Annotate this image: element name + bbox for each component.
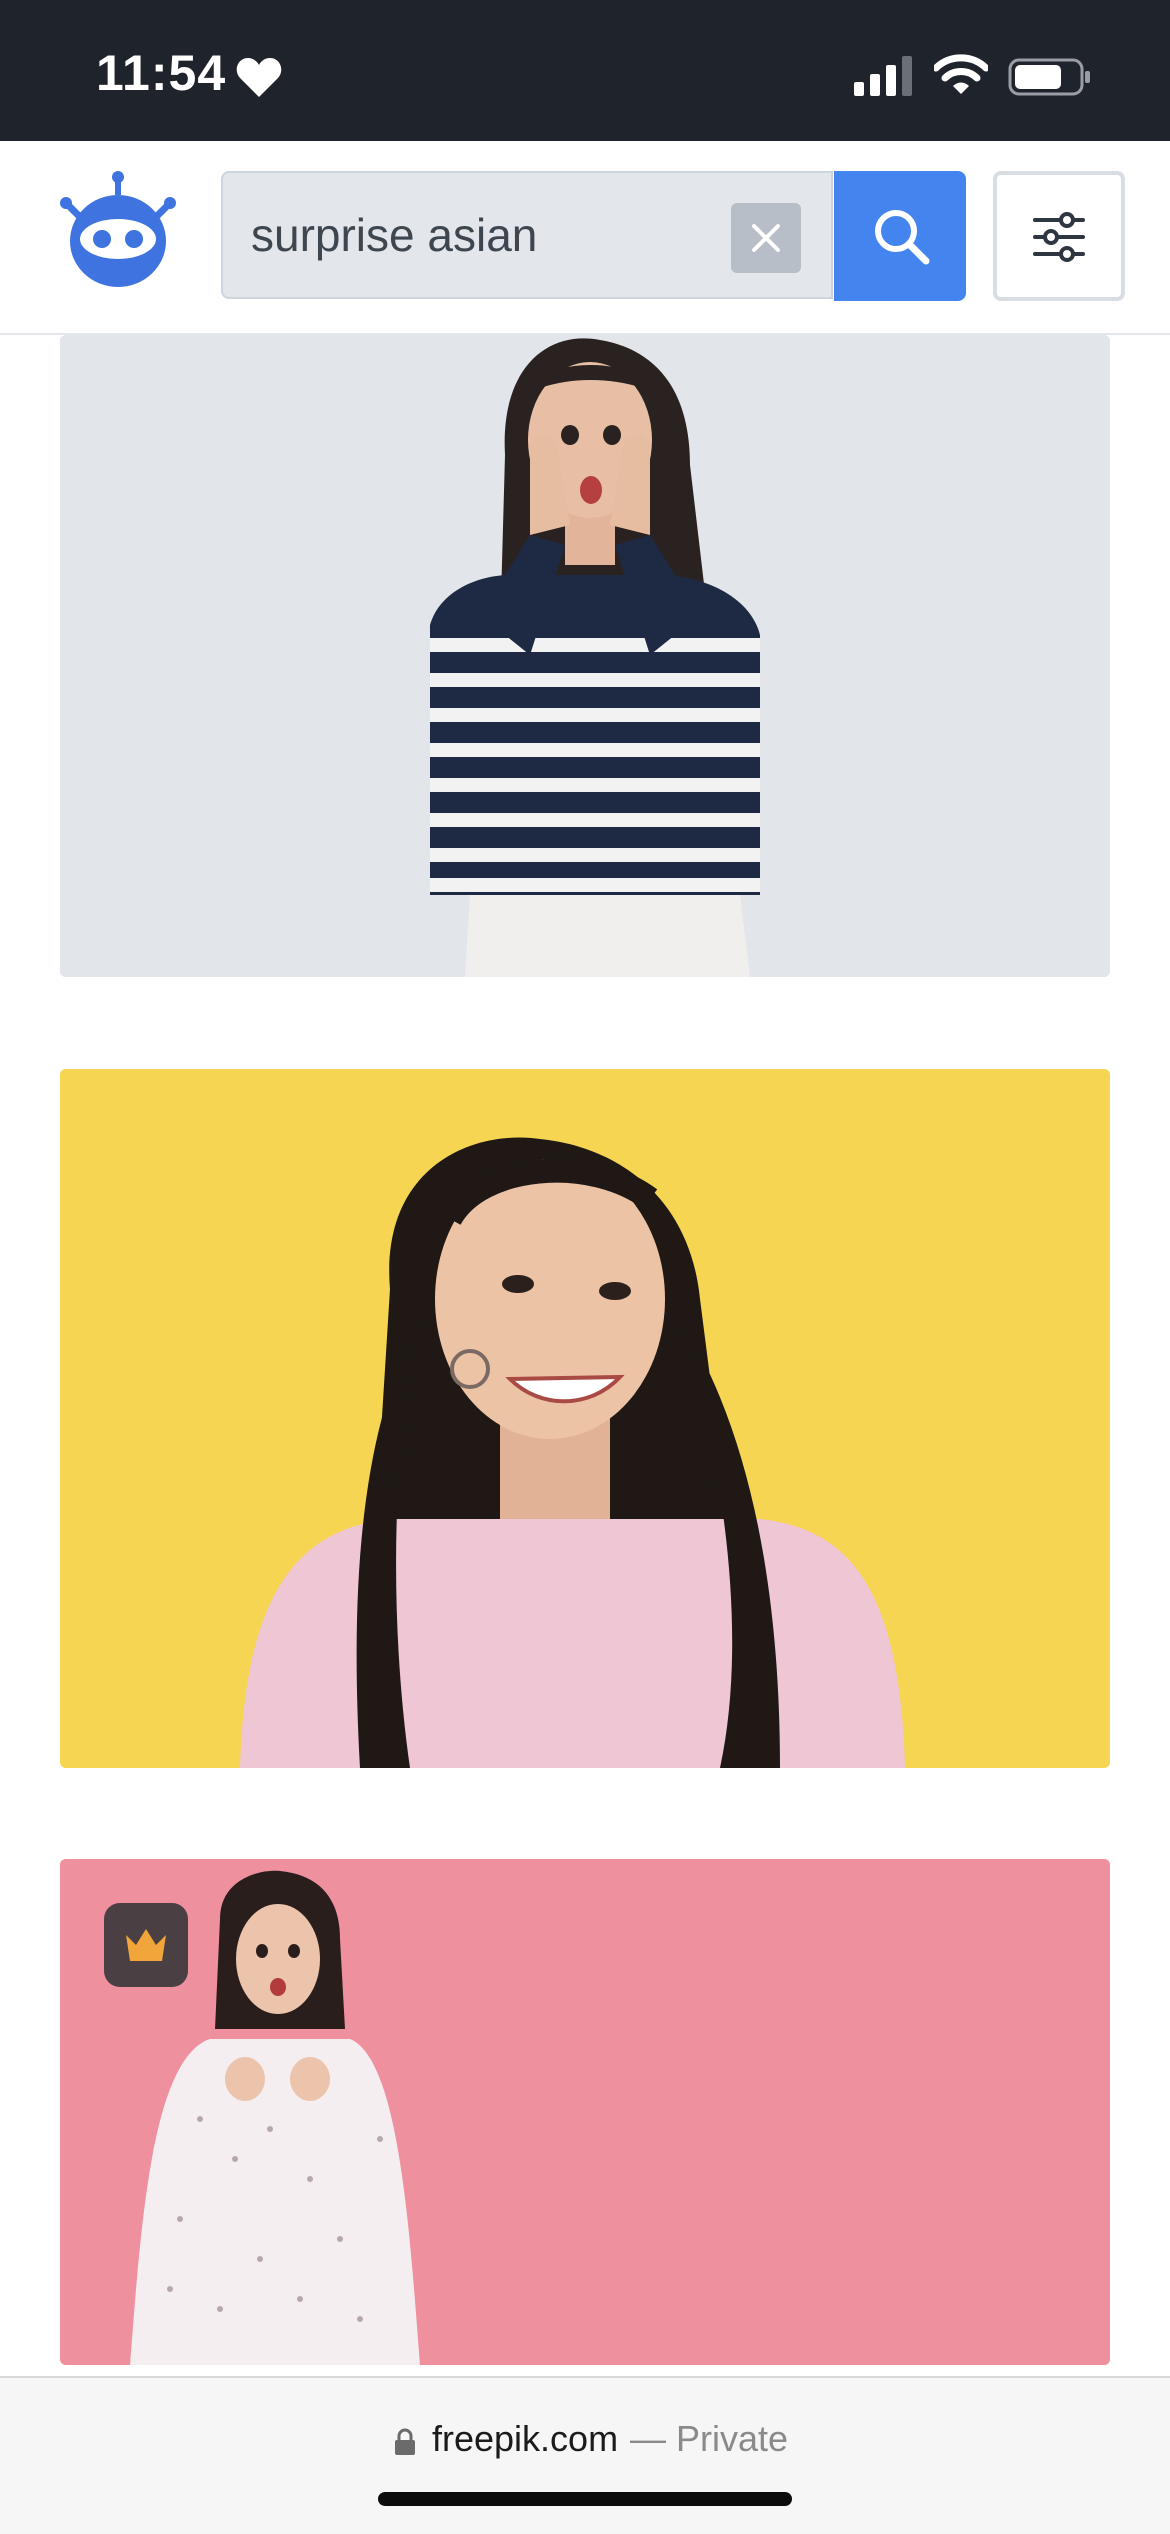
- search-button[interactable]: [834, 171, 966, 301]
- result-image-2[interactable]: [60, 1069, 1110, 1768]
- filter-button[interactable]: [993, 171, 1125, 301]
- url-domain: freepik.com: [432, 2418, 619, 2459]
- photo-smiling-woman-pink-sweater: [60, 1069, 1110, 1768]
- photo-surprised-woman-floral-dress: [60, 1859, 1110, 2365]
- search-header: [0, 141, 1170, 335]
- photo-surprised-woman-striped-shirt: [60, 335, 1110, 977]
- home-indicator[interactable]: [378, 2492, 792, 2506]
- battery-icon: [1008, 58, 1090, 96]
- result-image-1[interactable]: [60, 335, 1110, 977]
- status-bar: 11:54: [0, 0, 1170, 141]
- url-private-label: — Private: [630, 2418, 789, 2459]
- heart-icon: [236, 58, 282, 97]
- crown-icon: [126, 1929, 166, 1961]
- result-image-3[interactable]: [60, 1859, 1110, 2365]
- search-box: [221, 171, 833, 299]
- signal-icon: [854, 56, 912, 96]
- close-icon: [752, 224, 780, 252]
- premium-badge: [104, 1903, 188, 1987]
- search-input[interactable]: [251, 203, 691, 267]
- status-time: 11:54: [96, 45, 227, 101]
- clear-search-button[interactable]: [731, 203, 801, 273]
- robot-logo-icon[interactable]: [56, 167, 180, 291]
- browser-url-bar[interactable]: freepik.com — Private: [0, 2376, 1170, 2534]
- lock-icon: [395, 2428, 415, 2455]
- sliders-icon: [1033, 212, 1085, 262]
- wifi-icon: [934, 54, 988, 94]
- search-icon: [875, 210, 930, 265]
